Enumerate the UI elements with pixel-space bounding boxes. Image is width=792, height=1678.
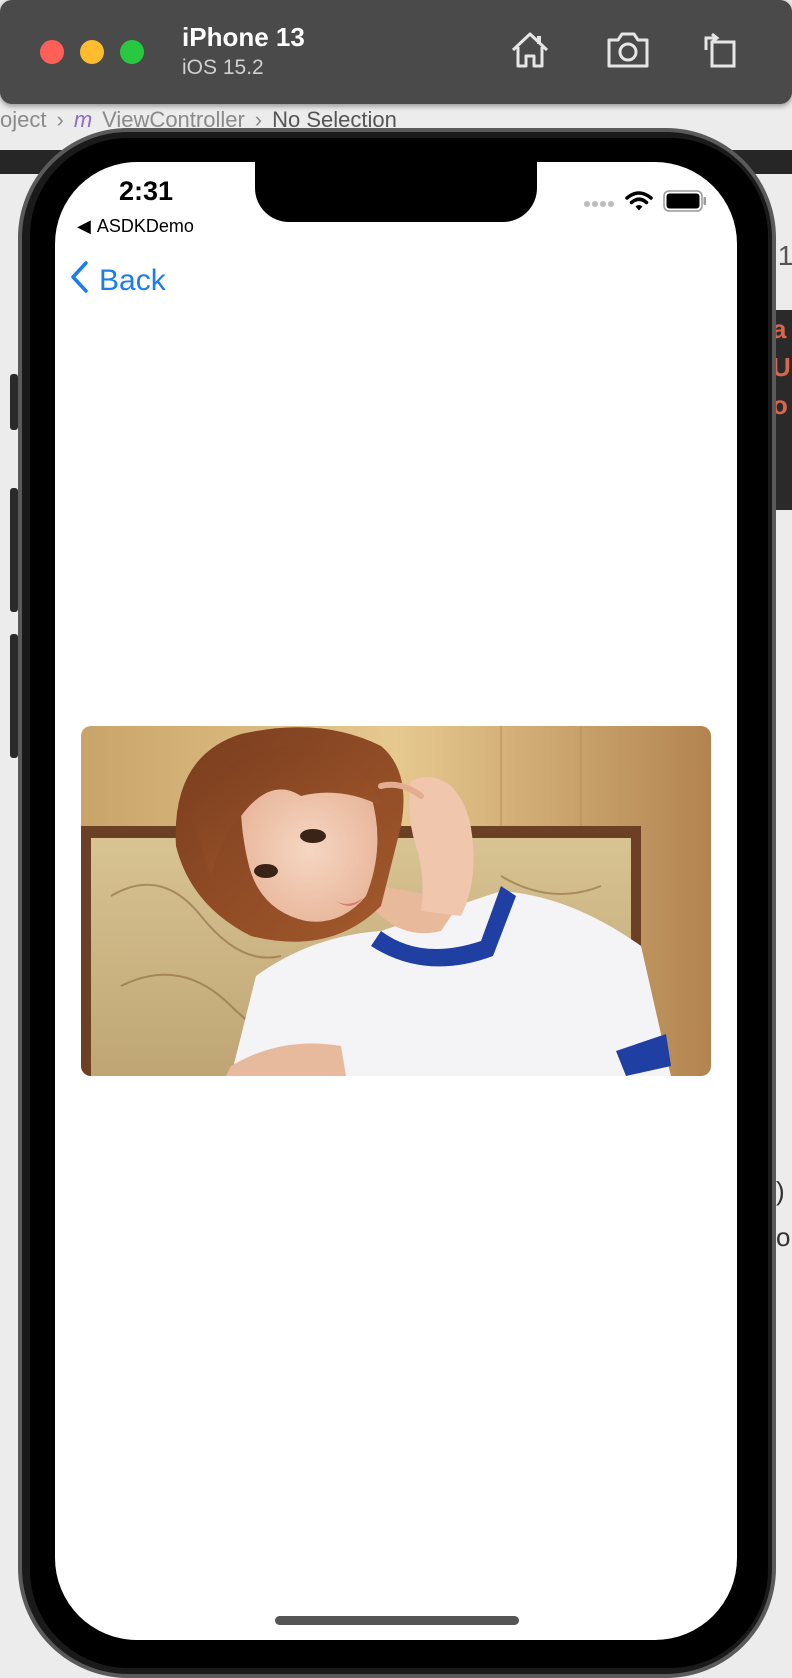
chevron-left-icon — [69, 260, 89, 302]
status-indicators — [583, 190, 707, 217]
nav-back-label: Back — [99, 264, 166, 297]
xcode-side-text: o — [776, 1222, 791, 1252]
back-triangle-icon: ◀ — [77, 216, 91, 236]
breadcrumb-project[interactable]: oject — [0, 107, 46, 133]
notch — [255, 162, 537, 222]
os-version: iOS 15.2 — [182, 56, 264, 79]
home-indicator[interactable] — [275, 1616, 519, 1625]
volume-up-button[interactable] — [10, 488, 18, 612]
nav-back-button[interactable]: Back — [69, 260, 166, 302]
screenshot-icon[interactable] — [604, 26, 652, 74]
photo-image — [81, 726, 711, 1076]
status-time: 2:31 — [119, 176, 174, 206]
breadcrumb-module-icon: m — [73, 107, 93, 132]
minimize-window-button[interactable] — [80, 40, 104, 64]
volume-down-button[interactable] — [10, 634, 18, 758]
return-to-app-link[interactable]: ◀ ASDKDemo — [77, 216, 194, 237]
xcode-side-text: ) — [776, 1176, 785, 1206]
device-name: iPhone 13 — [182, 22, 305, 52]
return-app-name: ASDKDemo — [96, 216, 194, 236]
rotate-icon[interactable] — [696, 26, 744, 74]
battery-icon — [663, 190, 707, 217]
wifi-icon — [625, 190, 653, 217]
signal-icon — [583, 195, 615, 213]
simulator-titlebar: iPhone 13 iOS 15.2 — [0, 0, 792, 104]
mute-switch[interactable] — [10, 374, 18, 430]
chevron-right-icon: › — [56, 107, 64, 132]
phone-screen: 2:31 ◀ ASDKDemo Back — [55, 162, 737, 1640]
close-window-button[interactable] — [40, 40, 64, 64]
zoom-window-button[interactable] — [120, 40, 144, 64]
home-icon[interactable] — [506, 26, 554, 74]
